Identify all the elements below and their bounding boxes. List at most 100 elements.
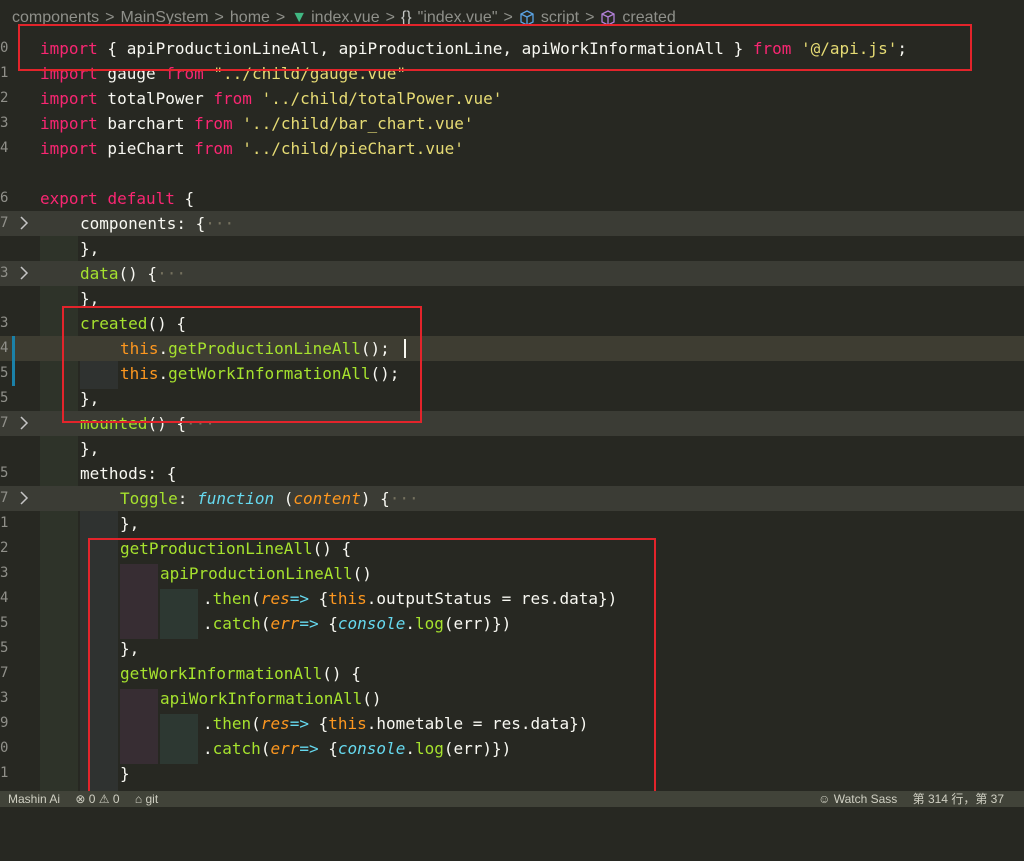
fold-chevron-right-icon[interactable] (16, 415, 32, 431)
status-item-problems[interactable]: ⊗ 0 ⚠ 0 (75, 792, 119, 806)
code-line[interactable]: 7 Toggle: function (content) {··· (0, 486, 1024, 511)
line-number: 1 (0, 515, 9, 531)
line-number: 3 (0, 115, 9, 131)
line-number: 1 (0, 65, 9, 81)
code-line[interactable]: 4 import pieChart from '../child/pieChar… (0, 136, 1024, 161)
token: data (80, 264, 119, 283)
token: () { (118, 264, 158, 283)
annotation-box-methods (88, 538, 656, 794)
code-line[interactable]: 2 import totalPower from '../child/total… (0, 86, 1024, 111)
code-line[interactable]: 6 export default { (0, 186, 1024, 211)
line-number: 3 (0, 565, 9, 581)
fold-chevron-right-icon[interactable] (16, 215, 32, 231)
folded-ellipsis[interactable]: ··· (157, 264, 186, 283)
code-line[interactable]: 7 components: {··· (0, 211, 1024, 236)
fold-chevron-right-icon[interactable] (16, 265, 32, 281)
line-number: 7 (0, 490, 9, 506)
code-line[interactable]: 1 }, (0, 511, 1024, 536)
line-number: 3 (0, 265, 9, 281)
token: }, (80, 239, 100, 258)
line-number: 3 (0, 315, 9, 331)
token: totalPower (97, 89, 214, 108)
status-bar: Mashin Ai ⊗ 0 ⚠ 0 ⌂ git ☺ Watch Sass 第 3… (0, 791, 1024, 807)
status-right: ☺ Watch Sass 第 314 行，第 37 (818, 791, 1016, 807)
annotation-box-imports (18, 24, 972, 71)
code-text: data() {··· (80, 261, 186, 286)
token: components: { (80, 214, 206, 233)
token: pieChart (97, 139, 195, 158)
token: ( (274, 489, 294, 508)
fold-chevron-right-icon[interactable] (16, 490, 32, 506)
folded-ellipsis[interactable]: ··· (205, 214, 234, 233)
token: import (40, 114, 98, 133)
line-number: 7 (0, 665, 9, 681)
code-text: import totalPower from '../child/totalPo… (40, 86, 502, 111)
code-text: Toggle: function (content) {··· (120, 486, 419, 511)
token: barchart (97, 114, 195, 133)
code-text: export default { (40, 186, 194, 211)
token: content (293, 489, 361, 508)
code-editor[interactable]: 0 import { apiProductionLineAll, apiProd… (0, 24, 1024, 794)
code-line[interactable] (0, 161, 1024, 186)
code-line[interactable]: }, (0, 236, 1024, 261)
line-number: 5 (0, 640, 9, 656)
line-number: 3 (0, 690, 9, 706)
token: export (40, 189, 98, 208)
token: default (107, 189, 175, 208)
git-modified-marker (12, 336, 15, 361)
token: function (197, 489, 275, 508)
code-text: }, (120, 511, 139, 536)
token: : (177, 489, 198, 508)
token: from (213, 89, 252, 108)
status-left: Mashin Ai ⊗ 0 ⚠ 0 ⌂ git (8, 791, 170, 807)
line-number: 7 (0, 215, 9, 231)
token: { (174, 189, 195, 208)
status-item-git[interactable]: ⌂ git (135, 792, 158, 806)
line-number: 5 (0, 390, 9, 406)
git-modified-marker (12, 361, 15, 386)
annotation-box-created (62, 306, 422, 423)
token: '../child/pieChart.vue' (242, 139, 464, 158)
status-item-cursor-position[interactable]: 第 314 行，第 37 (913, 792, 1004, 806)
line-number: 6 (0, 190, 9, 206)
token: ) { (360, 489, 390, 508)
token: '../child/totalPower.vue' (261, 89, 503, 108)
code-text: }, (80, 436, 99, 461)
line-number: 4 (0, 590, 9, 606)
line-number: 4 (0, 140, 9, 156)
code-text: import pieChart from '../child/pieChart.… (40, 136, 464, 161)
status-item-ai[interactable]: Mashin Ai (8, 792, 60, 806)
token: methods: { (80, 464, 177, 483)
token: import (40, 139, 98, 158)
line-number: 0 (0, 40, 9, 56)
token: }, (80, 439, 100, 458)
code-line[interactable]: 3 data() {··· (0, 261, 1024, 286)
line-number: 5 (0, 465, 9, 481)
token: Toggle (120, 489, 178, 508)
line-number: 2 (0, 90, 9, 106)
code-text: components: {··· (80, 211, 234, 236)
code-line[interactable]: }, (0, 436, 1024, 461)
code-line[interactable]: 5 methods: { (0, 461, 1024, 486)
token: import (40, 89, 98, 108)
code-text: methods: { (80, 461, 176, 486)
status-item-watch-sass[interactable]: ☺ Watch Sass (818, 792, 897, 806)
code-line[interactable]: 3 import barchart from '../child/bar_cha… (0, 111, 1024, 136)
line-number: 9 (0, 715, 9, 731)
token: }, (120, 514, 140, 533)
token: from (194, 139, 233, 158)
line-number: 5 (0, 365, 9, 381)
folded-ellipsis[interactable]: ··· (390, 489, 419, 508)
line-number: 2 (0, 540, 9, 556)
code-text: import barchart from '../child/bar_chart… (40, 111, 473, 136)
token: '../child/bar_chart.vue' (242, 114, 474, 133)
line-number: 1 (0, 765, 9, 781)
code-text: }, (80, 236, 99, 261)
line-number: 4 (0, 340, 9, 356)
line-number: 5 (0, 615, 9, 631)
token: from (194, 114, 233, 133)
